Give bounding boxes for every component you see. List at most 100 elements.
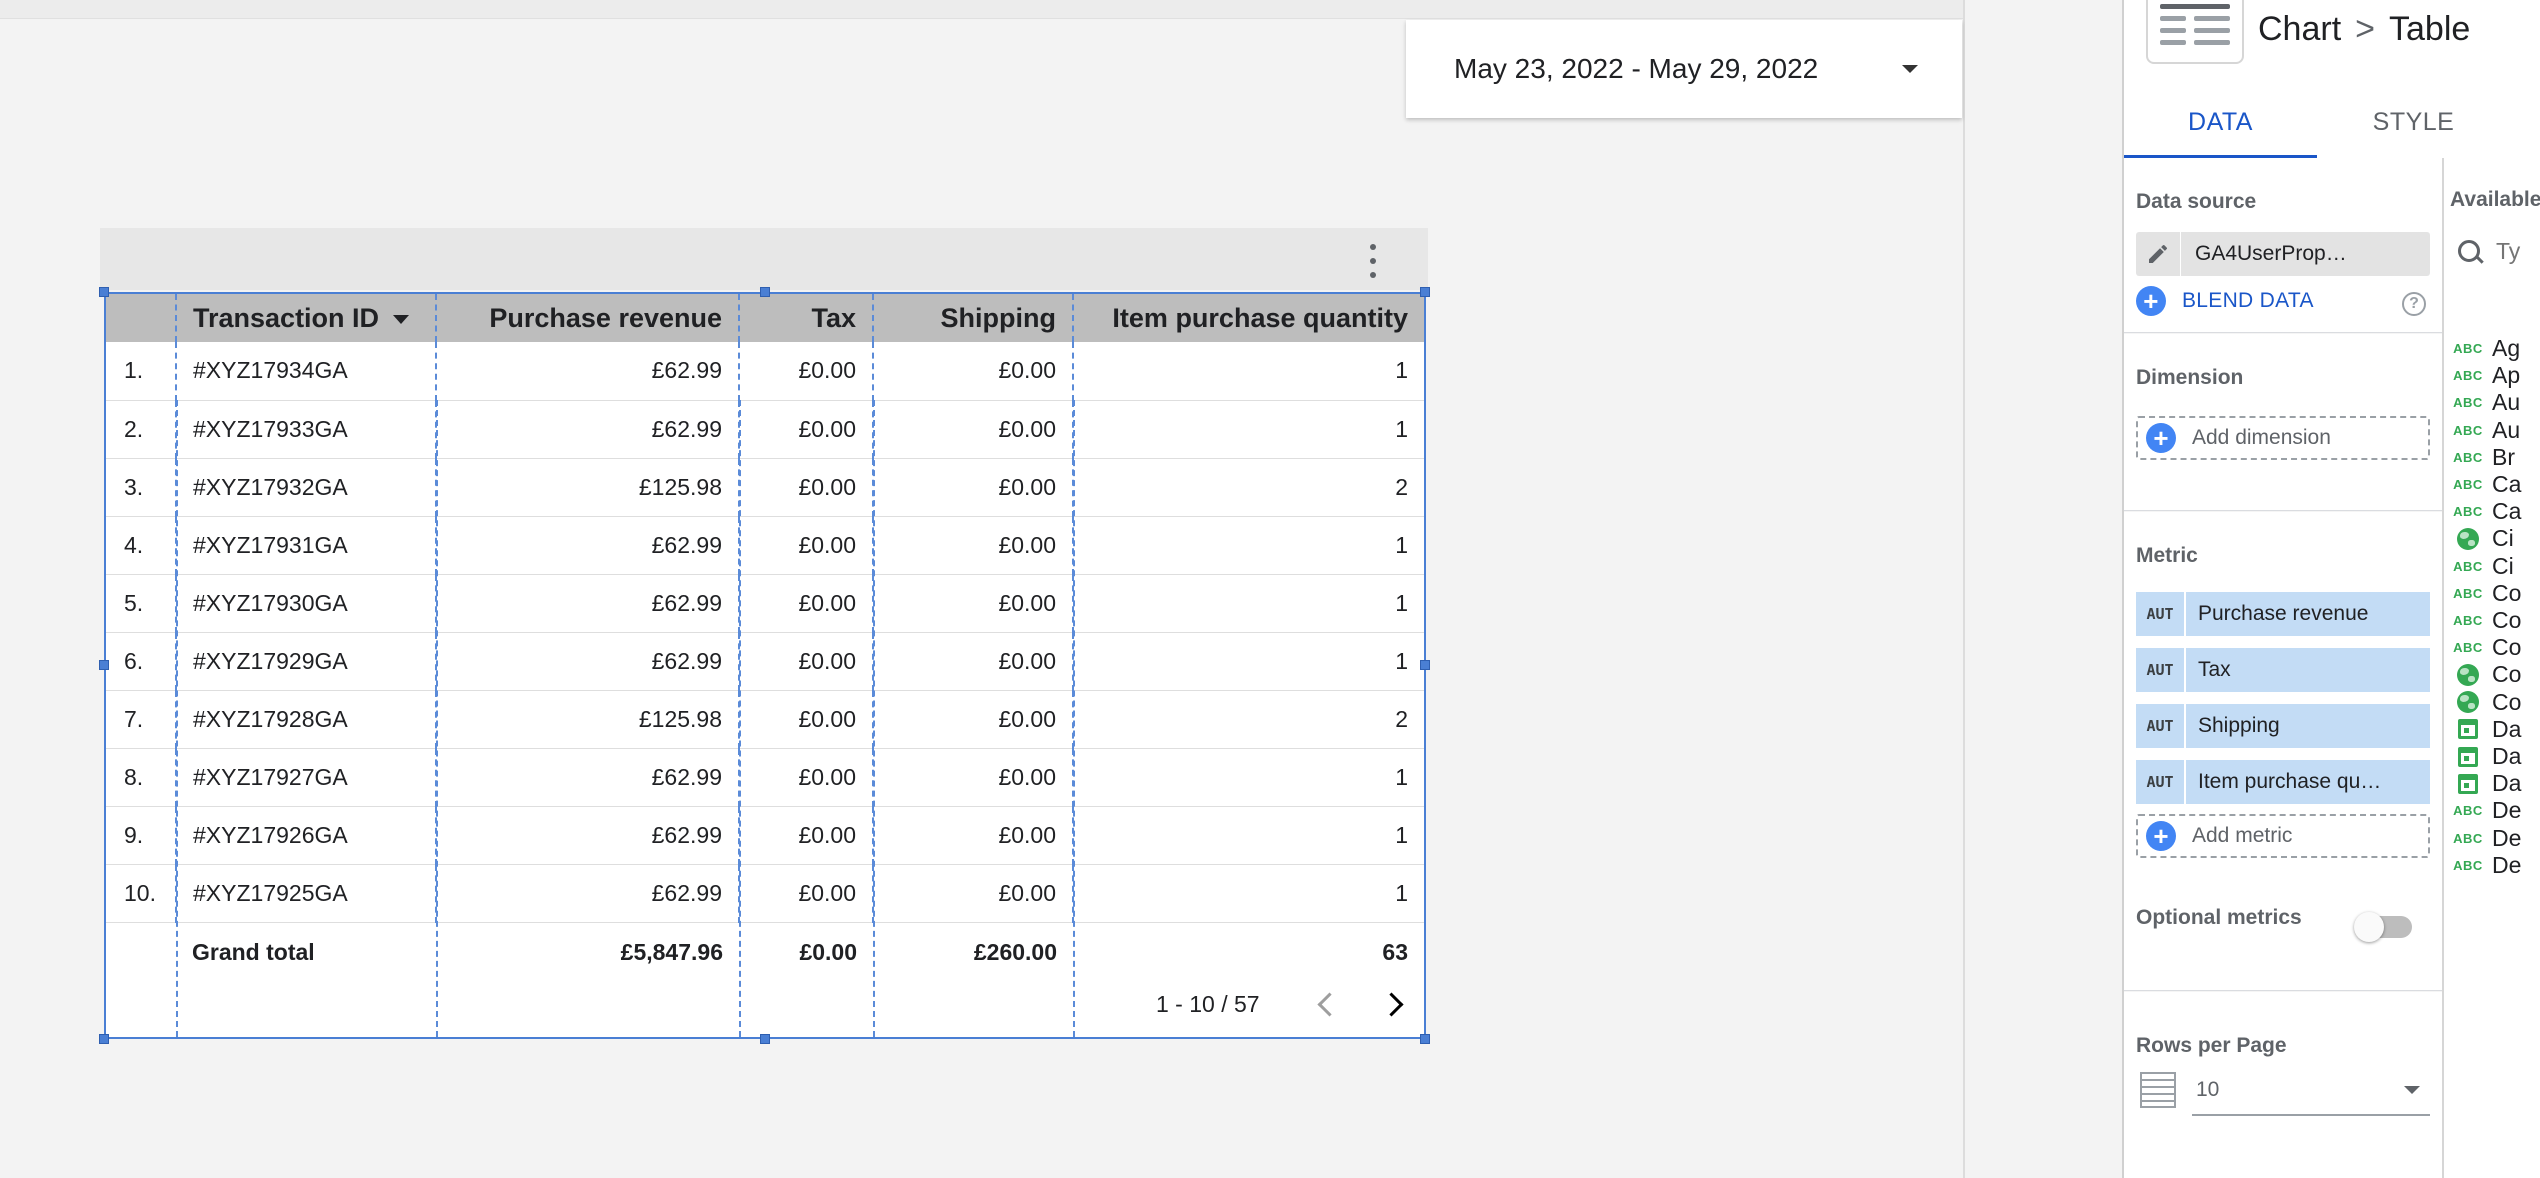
- table-chart-icon[interactable]: [2146, 0, 2244, 64]
- metric-chip-shipping[interactable]: AUT Shipping: [2136, 704, 2430, 748]
- report-canvas[interactable]: May 23, 2022 - May 29, 2022 Transaction …: [0, 0, 1965, 1178]
- aggregation-label[interactable]: AUT: [2136, 592, 2186, 636]
- table-chart[interactable]: Transaction ID Purchase revenue Tax Ship…: [104, 292, 1426, 1039]
- index-header: [106, 294, 177, 342]
- field-item[interactable]: ABC Br: [2444, 444, 2540, 471]
- field-item[interactable]: Ci: [2444, 525, 2540, 552]
- table-row[interactable]: 9. #XYZ17926GA £62.99 £0.00 £0.00 1: [106, 806, 1424, 865]
- date-range-control[interactable]: May 23, 2022 - May 29, 2022: [1406, 20, 1962, 118]
- table-row[interactable]: 4. #XYZ17931GA £62.99 £0.00 £0.00 1: [106, 516, 1424, 575]
- column-header-shipping[interactable]: Shipping: [873, 294, 1074, 342]
- table-row[interactable]: 2. #XYZ17933GA £62.99 £0.00 £0.00 1: [106, 400, 1424, 459]
- table-row[interactable]: 5. #XYZ17930GA £62.99 £0.00 £0.00 1: [106, 574, 1424, 633]
- row-index: 6.: [106, 632, 177, 691]
- column-header-item-purchase-quantity[interactable]: Item purchase quantity: [1073, 294, 1424, 342]
- table-row[interactable]: 6. #XYZ17929GA £62.99 £0.00 £0.00 1: [106, 632, 1424, 691]
- resize-handle[interactable]: [1420, 287, 1430, 297]
- available-fields-title: Available: [2450, 188, 2540, 211]
- field-item[interactable]: ABC De: [2444, 797, 2540, 824]
- text-type-label: ABC: [2453, 341, 2483, 356]
- field-item[interactable]: ABC Co: [2444, 607, 2540, 634]
- field-item[interactable]: Co: [2444, 689, 2540, 716]
- dropdown-arrow-icon[interactable]: [1902, 65, 1918, 73]
- shipping-cell: £0.00: [873, 400, 1074, 459]
- rows-per-page-select[interactable]: 10: [2192, 1066, 2430, 1116]
- previous-page-button[interactable]: [1306, 984, 1346, 1024]
- text-type-icon: ABC: [2444, 803, 2492, 818]
- table-row[interactable]: 7. #XYZ17928GA £125.98 £0.00 £0.00 2: [106, 690, 1424, 749]
- resize-handle[interactable]: [1420, 1034, 1430, 1044]
- table-row[interactable]: 1. #XYZ17934GA £62.99 £0.00 £0.00 1: [106, 342, 1424, 401]
- field-item[interactable]: Da: [2444, 743, 2540, 770]
- field-item[interactable]: ABC Ci: [2444, 553, 2540, 580]
- aggregation-label[interactable]: AUT: [2136, 704, 2186, 748]
- tab-style[interactable]: STYLE: [2317, 86, 2510, 158]
- tax-cell: £0.00: [739, 458, 874, 517]
- transaction-id-cell: #XYZ17930GA: [176, 574, 437, 633]
- field-item[interactable]: ABC De: [2444, 852, 2540, 879]
- transaction-id-cell: #XYZ17926GA: [176, 806, 437, 865]
- text-type-icon: ABC: [2444, 368, 2492, 383]
- next-page-button[interactable]: [1376, 984, 1416, 1024]
- field-search-input[interactable]: [2496, 236, 2540, 266]
- tax-cell: £0.00: [739, 632, 874, 691]
- resize-handle[interactable]: [1420, 660, 1430, 670]
- field-item[interactable]: ABC Ag: [2444, 335, 2540, 362]
- chevron-left-icon: [1317, 991, 1342, 1017]
- column-header-transaction-id[interactable]: Transaction ID: [176, 294, 437, 342]
- metric-chip-tax[interactable]: AUT Tax: [2136, 648, 2430, 692]
- more-options-icon[interactable]: [1365, 244, 1381, 278]
- metric-chip-item-purchase-quantity[interactable]: AUT Item purchase qu…: [2136, 760, 2430, 804]
- blend-data-button[interactable]: + BLEND DATA: [2136, 286, 2314, 316]
- edit-pencil-icon[interactable]: [2136, 232, 2181, 276]
- aggregation-label[interactable]: AUT: [2136, 648, 2186, 692]
- resize-handle[interactable]: [760, 287, 770, 297]
- resize-handle[interactable]: [99, 287, 109, 297]
- globe-icon: [2444, 527, 2492, 550]
- text-type-label: ABC: [2453, 857, 2483, 873]
- purchase-revenue-cell: £125.98: [436, 690, 740, 749]
- data-source-chip[interactable]: GA4UserProp…: [2136, 232, 2430, 276]
- aggregation-label[interactable]: AUT: [2136, 760, 2186, 804]
- field-name: Co: [2492, 607, 2522, 633]
- add-dimension-button[interactable]: + Add dimension: [2136, 416, 2430, 460]
- transaction-id-cell: #XYZ17933GA: [176, 400, 437, 459]
- field-item[interactable]: Co: [2444, 661, 2540, 688]
- table-row[interactable]: 10. #XYZ17925GA £62.99 £0.00 £0.00 1: [106, 864, 1424, 923]
- tax-cell: £0.00: [739, 864, 874, 923]
- shipping-cell: £0.00: [873, 458, 1074, 517]
- chart-header-bar: [100, 228, 1428, 290]
- field-item[interactable]: ABC Ap: [2444, 362, 2540, 389]
- field-item[interactable]: ABC Co: [2444, 580, 2540, 607]
- properties-panel: Chart > Table DATA STYLE Data source GA4…: [2122, 0, 2540, 1178]
- item-quantity-cell: 1: [1073, 806, 1424, 865]
- resize-handle[interactable]: [760, 1034, 770, 1044]
- field-item[interactable]: ABC Ca: [2444, 471, 2540, 498]
- resize-handle[interactable]: [99, 1034, 109, 1044]
- field-item[interactable]: ABC De: [2444, 825, 2540, 852]
- field-item[interactable]: ABC Ca: [2444, 498, 2540, 525]
- text-type-icon: ABC: [2444, 831, 2492, 846]
- column-guide: [436, 400, 438, 1037]
- table-row[interactable]: 8. #XYZ17927GA £62.99 £0.00 £0.00 1: [106, 748, 1424, 807]
- resize-handle[interactable]: [99, 660, 109, 670]
- column-guide: [176, 400, 178, 1037]
- help-icon[interactable]: ?: [2402, 292, 2426, 316]
- table-row[interactable]: 3. #XYZ17932GA £125.98 £0.00 £0.00 2: [106, 458, 1424, 517]
- field-item[interactable]: ABC Co: [2444, 634, 2540, 661]
- dropdown-arrow-icon: [2404, 1086, 2420, 1094]
- field-item[interactable]: Da: [2444, 716, 2540, 743]
- metric-name: Tax: [2186, 648, 2430, 692]
- optional-metrics-toggle[interactable]: [2354, 912, 2412, 942]
- add-metric-button[interactable]: + Add metric: [2136, 814, 2430, 858]
- transaction-id-cell: #XYZ17929GA: [176, 632, 437, 691]
- metric-chip-purchase-revenue[interactable]: AUT Purchase revenue: [2136, 592, 2430, 636]
- tab-data[interactable]: DATA: [2124, 86, 2317, 159]
- column-header-tax[interactable]: Tax: [739, 294, 874, 342]
- field-item[interactable]: ABC Au: [2444, 389, 2540, 416]
- sort-descending-icon[interactable]: [393, 314, 410, 324]
- field-item[interactable]: ABC Au: [2444, 417, 2540, 444]
- column-header-purchase-revenue[interactable]: Purchase revenue: [436, 294, 740, 342]
- shipping-cell: £0.00: [873, 342, 1074, 401]
- field-item[interactable]: Da: [2444, 770, 2540, 797]
